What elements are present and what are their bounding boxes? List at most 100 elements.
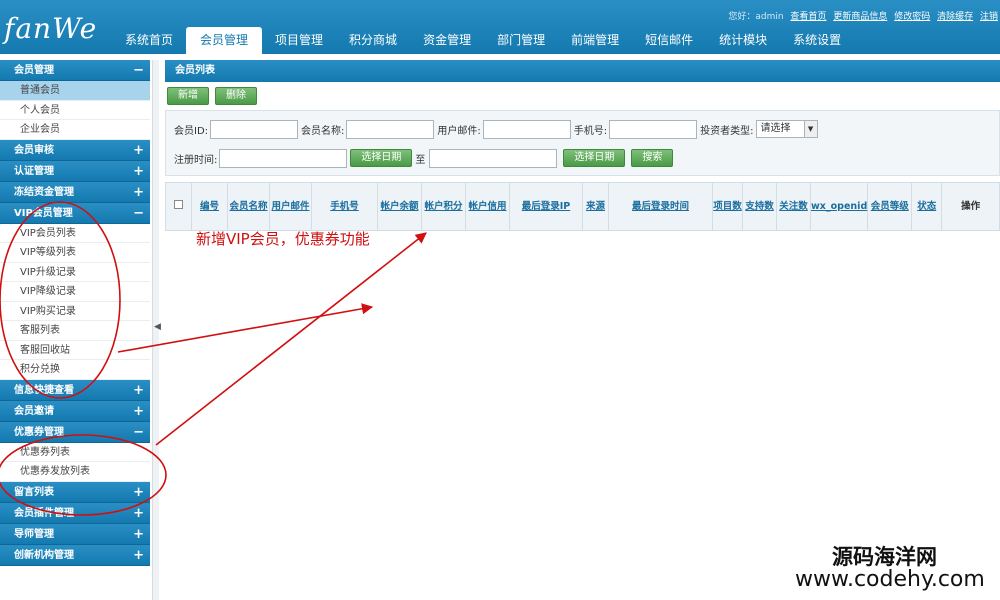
section-label: 导师管理 <box>14 528 54 540</box>
link-view-home[interactable]: 查看首页 <box>790 12 826 22</box>
sidebar-section-innovation-orgs[interactable]: 创新机构管理 + <box>0 544 150 566</box>
sidebar-splitter[interactable]: ◀ <box>152 60 161 600</box>
top-nav: 系统首页 会员管理 项目管理 积分商城 资金管理 部门管理 前端管理 短信邮件 … <box>112 27 854 54</box>
search-filter-panel: 会员ID: 会员名称: 用户邮件: 手机号: 投资者类型: 请选择 ▼ 注册时间… <box>165 110 1000 176</box>
investor-type-select[interactable]: 请选择 ▼ <box>755 120 818 138</box>
filter-row-2: 注册时间: 选择日期 至 选择日期 搜索 <box>174 148 674 168</box>
expand-icon[interactable]: + <box>133 380 144 401</box>
col-member-level[interactable]: 会员等级 <box>867 182 913 231</box>
expand-icon[interactable]: + <box>133 482 144 503</box>
sidebar-section-certification[interactable]: 认证管理 + <box>0 160 150 182</box>
col-phone[interactable]: 手机号 <box>311 182 378 231</box>
col-status[interactable]: 状态 <box>911 182 943 231</box>
delete-button[interactable]: 删除 <box>215 87 257 105</box>
expand-icon[interactable]: + <box>133 182 144 203</box>
tab-frontend-management[interactable]: 前端管理 <box>558 27 632 54</box>
tab-fund-management[interactable]: 资金管理 <box>410 27 484 54</box>
section-label: 留言列表 <box>14 486 54 498</box>
search-button[interactable]: 搜索 <box>631 149 674 167</box>
link-clear-cache[interactable]: 清除缓存 <box>937 12 973 22</box>
user-links: 您好：admin 查看首页 更新商品信息 修改密码 清除缓存 注销 <box>724 9 998 22</box>
pick-start-date-button[interactable]: 选择日期 <box>350 149 413 167</box>
expand-icon[interactable]: + <box>133 401 144 422</box>
sidebar-item-coupon-list[interactable]: 优惠券列表 <box>0 443 150 462</box>
sidebar-section-vip-management[interactable]: VIP会员管理 − <box>0 202 150 224</box>
col-member-name[interactable]: 会员名称 <box>227 182 270 231</box>
tab-statistics[interactable]: 统计模块 <box>706 27 780 54</box>
tab-sms-email[interactable]: 短信邮件 <box>632 27 706 54</box>
email-input[interactable] <box>482 119 571 139</box>
col-wx-openid[interactable]: wx_openid <box>809 182 869 231</box>
select-all-checkbox[interactable] <box>165 182 192 231</box>
sidebar-item-service-list[interactable]: 客服列表 <box>0 321 150 341</box>
pick-end-date-button[interactable]: 选择日期 <box>563 149 626 167</box>
checkbox-icon[interactable] <box>174 199 183 209</box>
tab-system-home[interactable]: 系统首页 <box>112 27 186 54</box>
col-follow-count[interactable]: 关注数 <box>776 182 811 231</box>
sidebar-item-vip-level-list[interactable]: VIP等级列表 <box>0 243 150 263</box>
sidebar-section-quick-view[interactable]: 信息快捷查看 + <box>0 379 150 401</box>
tab-points-mall[interactable]: 积分商城 <box>336 27 410 54</box>
sidebar-section-member-management[interactable]: 会员管理 − <box>0 60 150 81</box>
link-update-goods[interactable]: 更新商品信息 <box>833 12 887 22</box>
phone-label: 手机号: <box>573 125 608 137</box>
expand-icon[interactable]: + <box>133 524 144 545</box>
member-name-input[interactable] <box>346 119 435 139</box>
sidebar-item-regular-members[interactable]: 普通会员 <box>0 81 150 101</box>
expand-icon[interactable]: + <box>133 503 144 524</box>
col-source[interactable]: 来源 <box>582 182 609 231</box>
sidebar-item-vip-member-list[interactable]: VIP会员列表 <box>0 224 150 243</box>
sidebar-section-message-list[interactable]: 留言列表 + <box>0 481 150 503</box>
expand-icon[interactable]: + <box>133 140 144 161</box>
sidebar-item-vip-purchase-log[interactable]: VIP购买记录 <box>0 302 150 321</box>
welcome-text: 您好：admin <box>728 12 784 22</box>
col-id[interactable]: 编号 <box>191 182 228 231</box>
col-email[interactable]: 用户邮件 <box>269 182 312 231</box>
expand-icon[interactable]: + <box>133 161 144 182</box>
sidebar-item-coupon-issue-list[interactable]: 优惠券发放列表 <box>0 462 150 482</box>
collapse-icon[interactable]: − <box>133 422 144 443</box>
tab-member-management[interactable]: 会员管理 <box>186 27 263 54</box>
add-button[interactable]: 新增 <box>167 87 209 105</box>
col-support-count[interactable]: 支持数 <box>742 182 777 231</box>
sidebar-section-member-audit[interactable]: 会员审核 + <box>0 139 150 161</box>
collapse-arrow-icon[interactable]: ◀ <box>154 322 161 332</box>
register-start-input[interactable] <box>219 148 348 168</box>
section-label: 认证管理 <box>14 165 54 177</box>
col-credit[interactable]: 帐户信用 <box>465 182 510 231</box>
link-change-password[interactable]: 修改密码 <box>894 12 930 22</box>
sidebar-item-service-recycle-bin[interactable]: 客服回收站 <box>0 341 150 360</box>
register-end-input[interactable] <box>429 148 558 168</box>
phone-input[interactable] <box>609 119 698 139</box>
chevron-down-icon[interactable]: ▼ <box>803 121 817 137</box>
sidebar-item-vip-downgrade-log[interactable]: VIP降级记录 <box>0 282 150 302</box>
link-logout[interactable]: 注销 <box>980 12 998 22</box>
sidebar-section-member-plugins[interactable]: 会员插件管理 + <box>0 502 150 524</box>
sidebar-item-personal-members[interactable]: 个人会员 <box>0 101 150 120</box>
collapse-icon[interactable]: − <box>133 203 144 224</box>
sidebar-section-mentor-management[interactable]: 导师管理 + <box>0 523 150 545</box>
tab-department-management[interactable]: 部门管理 <box>484 27 558 54</box>
sidebar-item-points-exchange[interactable]: 积分兑换 <box>0 360 150 380</box>
sidebar-section-frozen-funds[interactable]: 冻结资金管理 + <box>0 181 150 203</box>
member-id-input[interactable] <box>210 119 299 139</box>
sidebar-item-enterprise-members[interactable]: 企业会员 <box>0 120 150 140</box>
col-points[interactable]: 帐户积分 <box>421 182 466 231</box>
register-time-label: 注册时间: <box>174 154 218 166</box>
collapse-icon[interactable]: − <box>133 60 144 81</box>
tab-system-settings[interactable]: 系统设置 <box>780 27 854 54</box>
col-last-login-ip[interactable]: 最后登录IP <box>509 182 583 231</box>
tab-project-management[interactable]: 项目管理 <box>262 27 336 54</box>
sidebar-item-vip-upgrade-log[interactable]: VIP升级记录 <box>0 263 150 282</box>
col-project-count[interactable]: 项目数 <box>712 182 743 231</box>
app-logo[interactable]: fanWe <box>4 12 97 45</box>
expand-icon[interactable]: + <box>133 545 144 566</box>
sidebar-section-member-invite[interactable]: 会员邀请 + <box>0 400 150 422</box>
section-label: 会员管理 <box>14 65 54 76</box>
col-balance[interactable]: 帐户余额 <box>377 182 422 231</box>
section-label: 会员插件管理 <box>14 507 74 519</box>
watermark-url: www.codehy.com <box>795 567 985 592</box>
section-label: 创新机构管理 <box>14 549 74 561</box>
sidebar-section-coupon-management[interactable]: 优惠券管理 − <box>0 421 150 443</box>
col-last-login-time[interactable]: 最后登录时间 <box>608 182 713 231</box>
